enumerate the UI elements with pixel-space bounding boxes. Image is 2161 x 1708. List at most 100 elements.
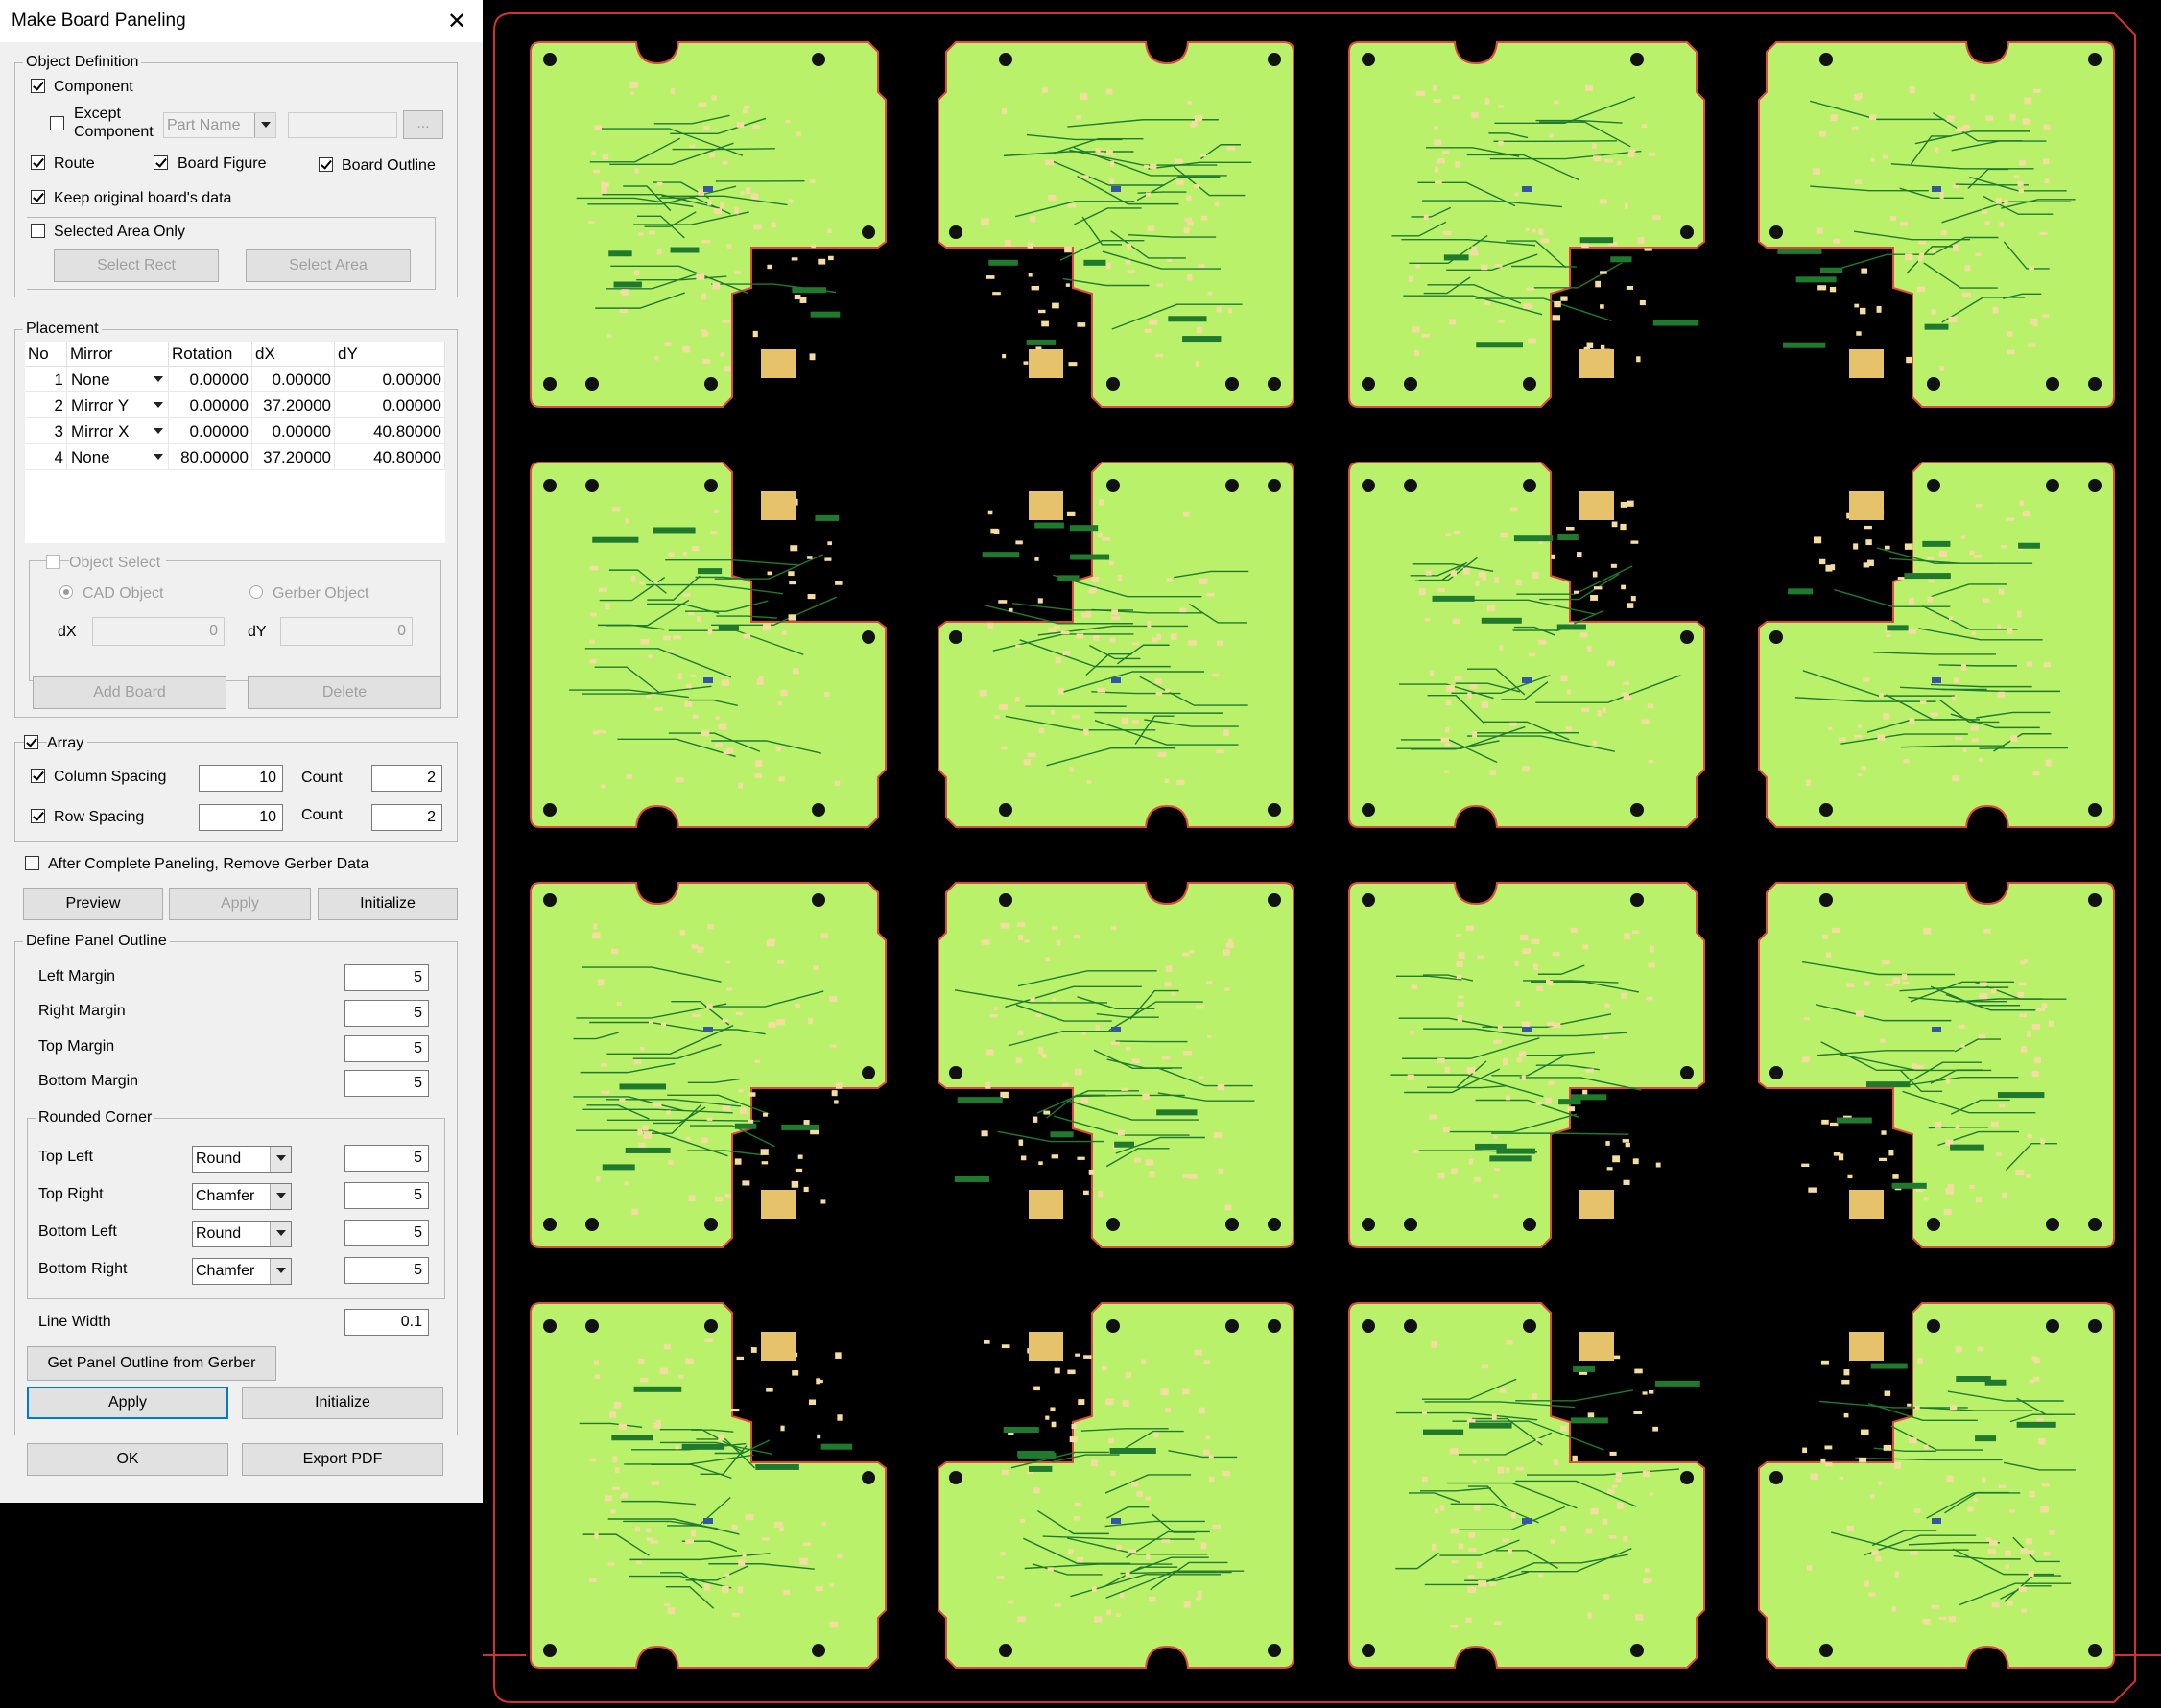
right-margin-field[interactable]: 5 — [344, 1000, 429, 1027]
pcb-board[interactable] — [938, 1302, 1294, 1669]
preview-button[interactable]: Preview — [23, 888, 163, 920]
pcb-board[interactable] — [530, 1302, 887, 1669]
component-checkbox[interactable] — [31, 79, 45, 93]
bottom-right-type-combo[interactable]: Chamfer — [192, 1258, 292, 1285]
placement-cell-mirror[interactable]: Mirror X — [67, 418, 169, 444]
chevron-down-icon[interactable] — [149, 367, 168, 391]
delete-button[interactable]: Delete — [248, 676, 441, 709]
except-component-field[interactable] — [288, 112, 397, 138]
pad — [1959, 1024, 1965, 1029]
line-width-field[interactable]: 0.1 — [344, 1309, 429, 1336]
initialize-button[interactable]: Initialize — [318, 888, 458, 920]
keep-original-checkbox[interactable] — [31, 190, 45, 204]
gerber-object-radio[interactable] — [249, 585, 263, 599]
pcb-board[interactable] — [938, 462, 1294, 828]
placement-cell-mirror[interactable]: None — [67, 367, 169, 392]
panel-apply-button[interactable]: Apply — [27, 1387, 228, 1419]
placement-cell-dx[interactable]: 0.00000 — [252, 367, 335, 392]
pcb-board[interactable] — [938, 882, 1294, 1248]
placement-cell-mirror[interactable]: None — [67, 444, 169, 470]
browse-button[interactable]: ... — [403, 110, 443, 139]
col-header-dx[interactable]: dX — [252, 342, 335, 367]
chevron-down-icon[interactable] — [149, 444, 168, 469]
pcb-panel-view[interactable] — [483, 0, 2161, 1708]
pcb-board[interactable] — [1758, 462, 2115, 828]
export-pdf-button[interactable]: Export PDF — [242, 1443, 443, 1476]
dx-field[interactable]: 0 — [92, 617, 225, 646]
left-margin-field[interactable]: 5 — [344, 964, 429, 991]
board-outline-checkbox[interactable] — [319, 157, 333, 172]
pcb-board[interactable] — [1758, 1302, 2115, 1669]
placement-cell-dx[interactable]: 0.00000 — [252, 418, 335, 444]
row-spacing-field[interactable]: 10 — [199, 804, 283, 831]
row-count-field[interactable]: 2 — [371, 804, 442, 831]
placement-cell-rotation[interactable]: 80.00000 — [169, 444, 252, 470]
part-name-combo[interactable]: Part Name — [163, 112, 276, 138]
pad — [1073, 934, 1080, 939]
pcb-board[interactable] — [1758, 41, 2115, 408]
top-left-value-field[interactable]: 5 — [344, 1145, 429, 1172]
ok-button[interactable]: OK — [27, 1443, 228, 1476]
row-spacing-checkbox[interactable] — [31, 809, 45, 823]
select-rect-button[interactable]: Select Rect — [54, 249, 219, 282]
pcb-canvas[interactable] — [483, 0, 2161, 1708]
placement-cell-dy[interactable]: 0.00000 — [335, 367, 445, 392]
top-left-type-combo[interactable]: Round — [192, 1146, 292, 1173]
col-header-dy[interactable]: dY — [335, 342, 445, 367]
placement-cell-rotation[interactable]: 0.00000 — [169, 367, 252, 392]
except-component-checkbox[interactable] — [50, 116, 64, 130]
placement-cell-dx[interactable]: 37.20000 — [252, 444, 335, 470]
pcb-board[interactable] — [1348, 462, 1705, 828]
selected-area-only-checkbox[interactable] — [31, 224, 45, 238]
bottom-left-value-field[interactable]: 5 — [344, 1220, 429, 1246]
add-board-button[interactable]: Add Board — [33, 676, 226, 709]
array-checkbox[interactable] — [24, 735, 38, 749]
pcb-board[interactable] — [530, 882, 887, 1248]
top-margin-field[interactable]: 5 — [344, 1035, 429, 1062]
placement-cell-no[interactable]: 4 — [25, 444, 67, 470]
column-spacing-field[interactable]: 10 — [199, 765, 283, 792]
get-panel-outline-button[interactable]: Get Panel Outline from Gerber — [27, 1346, 276, 1381]
pcb-board[interactable] — [1348, 1302, 1705, 1669]
select-area-button[interactable]: Select Area — [246, 249, 411, 282]
placement-cell-dy[interactable]: 0.00000 — [335, 392, 445, 418]
placement-cell-mirror[interactable]: Mirror Y — [67, 392, 169, 418]
bottom-margin-field[interactable]: 5 — [344, 1070, 429, 1097]
col-header-mirror[interactable]: Mirror — [67, 342, 169, 367]
col-header-rotation[interactable]: Rotation — [169, 342, 252, 367]
dy-field[interactable]: 0 — [280, 617, 413, 646]
placement-cell-dx[interactable]: 37.20000 — [252, 392, 335, 418]
pcb-board[interactable] — [938, 41, 1294, 408]
pcb-board[interactable] — [1758, 882, 2115, 1248]
chevron-down-icon[interactable] — [149, 418, 168, 443]
placement-cell-dy[interactable]: 40.80000 — [335, 418, 445, 444]
cad-object-radio[interactable] — [59, 585, 73, 599]
placement-cell-rotation[interactable]: 0.00000 — [169, 418, 252, 444]
pcb-board[interactable] — [1348, 41, 1705, 408]
placement-cell-no[interactable]: 2 — [25, 392, 67, 418]
apply-button-disabled[interactable]: Apply — [169, 888, 311, 920]
pad — [1970, 93, 1975, 101]
object-select-checkbox[interactable] — [46, 555, 60, 569]
chevron-down-icon[interactable] — [149, 392, 168, 417]
close-icon[interactable]: ✕ — [447, 8, 466, 36]
route-checkbox[interactable] — [31, 155, 45, 170]
top-right-value-field[interactable]: 5 — [344, 1182, 429, 1209]
board-figure-checkbox[interactable] — [154, 155, 168, 170]
placement-cell-no[interactable]: 3 — [25, 418, 67, 444]
pcb-board[interactable] — [1348, 882, 1705, 1248]
bottom-right-value-field[interactable]: 5 — [344, 1257, 429, 1284]
pcb-board[interactable] — [530, 462, 887, 828]
col-header-no[interactable]: No — [25, 342, 67, 367]
remove-gerber-checkbox[interactable] — [25, 856, 39, 870]
placement-cell-dy[interactable]: 40.80000 — [335, 444, 445, 470]
column-spacing-checkbox[interactable] — [31, 769, 45, 783]
panel-initialize-button[interactable]: Initialize — [242, 1387, 443, 1419]
pad — [1891, 1606, 1897, 1612]
column-count-field[interactable]: 2 — [371, 765, 442, 792]
placement-cell-no[interactable]: 1 — [25, 367, 67, 392]
pcb-board[interactable] — [530, 41, 887, 408]
bottom-left-type-combo[interactable]: Round — [192, 1221, 292, 1247]
top-right-type-combo[interactable]: Chamfer — [192, 1183, 292, 1210]
placement-cell-rotation[interactable]: 0.00000 — [169, 392, 252, 418]
